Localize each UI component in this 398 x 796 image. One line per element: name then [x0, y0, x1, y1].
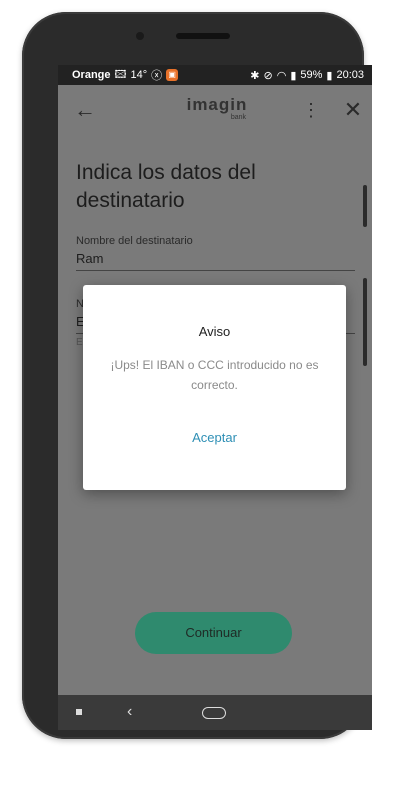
carrier-name: Orange: [72, 69, 111, 81]
field-value[interactable]: Ram: [76, 251, 355, 266]
signal-icon: ▮: [290, 69, 297, 82]
nav-back-icon[interactable]: ‹: [127, 702, 132, 722]
alert-dialog: Aviso ¡Ups! El IBAN o CCC introducido no…: [83, 285, 346, 490]
page-title: Indica los datos del destinatario: [76, 161, 256, 212]
navigation-bar: ‹: [58, 695, 372, 730]
app-bar: ← imagin bank ⋮ ✕: [58, 85, 372, 137]
phone-frame: Orange 🖾 14° ⓧ ▣ ✱ ⊘ ◠ ▮ 59% ▮ 20:03 ← i…: [22, 12, 372, 739]
back-arrow-icon[interactable]: ←: [74, 98, 98, 122]
status-bar: Orange 🖾 14° ⓧ ▣ ✱ ⊘ ◠ ▮ 59% ▮ 20:03: [58, 65, 372, 85]
image-icon: 🖾: [114, 68, 127, 81]
logo-word: imagin: [186, 95, 248, 114]
logo-sub: bank: [230, 114, 246, 121]
wifi-icon: ◠: [276, 69, 287, 82]
screen: Orange 🖾 14° ⓧ ▣ ✱ ⊘ ◠ ▮ 59% ▮ 20:03 ← i…: [58, 65, 372, 730]
dialog-message: ¡Ups! El IBAN o CCC introducido no es co…: [110, 358, 319, 392]
notification-icon: ⓧ: [151, 70, 163, 82]
accept-button[interactable]: Aceptar: [163, 427, 266, 449]
temperature: 14°: [130, 69, 148, 81]
imagin-bank-logo: imagin bank: [182, 96, 252, 126]
power-button: [363, 278, 367, 366]
close-icon[interactable]: ✕: [341, 98, 365, 122]
battery-icon: ▮: [326, 69, 333, 82]
front-camera: [136, 32, 144, 40]
recipient-name-field[interactable]: Nombre del destinatario Ram: [76, 235, 355, 271]
field-underline: [76, 270, 355, 271]
clock: 20:03: [336, 69, 364, 81]
battery-percent: 59%: [300, 69, 323, 81]
earpiece-speaker: [176, 33, 230, 39]
bluetooth-icon: ✱: [250, 69, 260, 82]
field-label: Nombre del destinatario: [76, 235, 193, 247]
recents-icon[interactable]: [76, 709, 82, 715]
more-options-icon[interactable]: ⋮: [302, 98, 320, 122]
mute-icon: ⊘: [263, 69, 273, 82]
app-notification-icon: ▣: [166, 69, 179, 81]
continue-button[interactable]: Continuar: [135, 612, 292, 654]
home-icon[interactable]: [202, 707, 226, 719]
volume-button: [363, 185, 367, 227]
dialog-title: Aviso: [198, 324, 231, 339]
